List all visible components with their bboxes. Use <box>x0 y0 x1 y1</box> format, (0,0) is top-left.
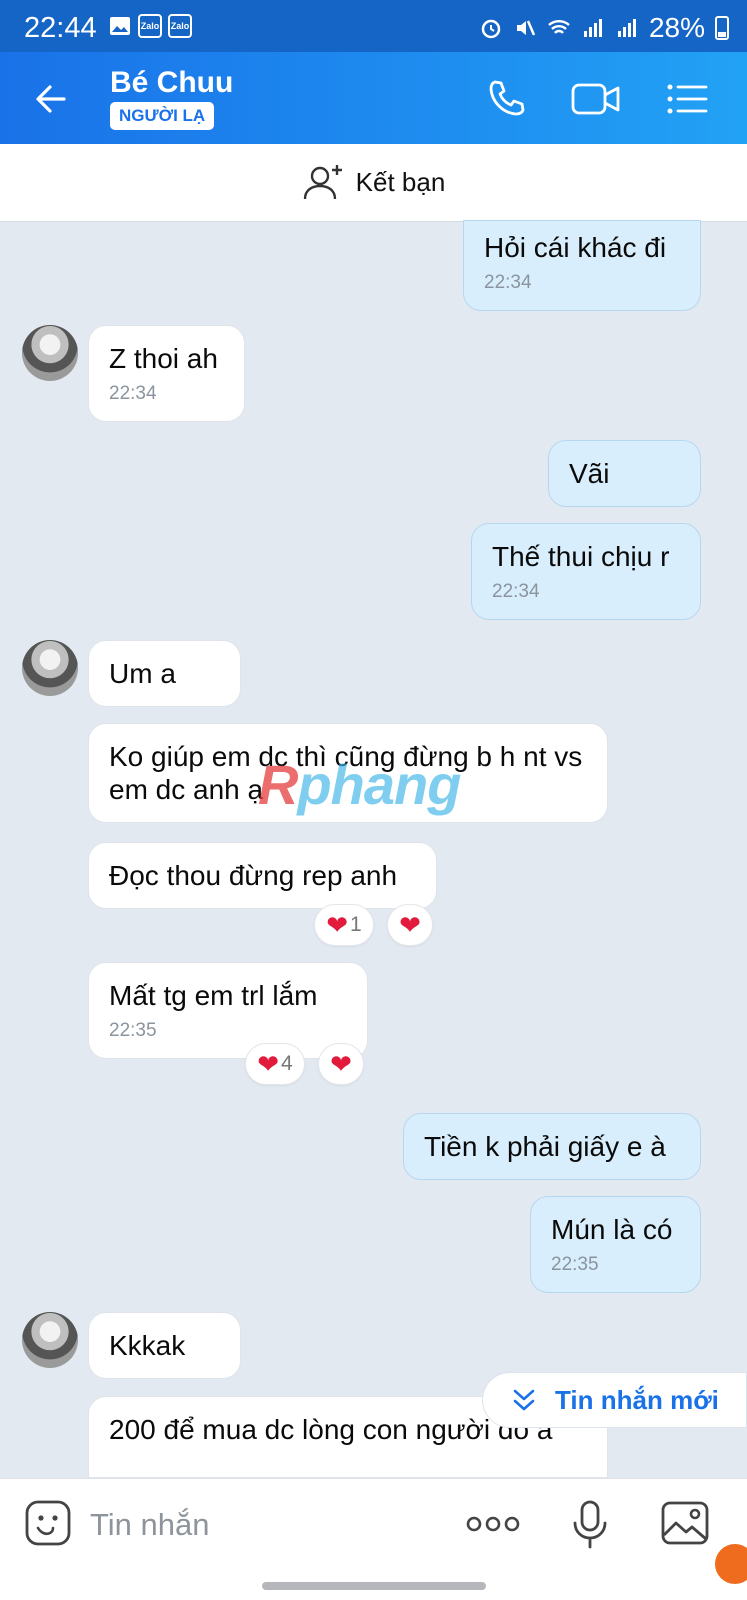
message-text: Mất tg em trl lắm <box>109 980 318 1011</box>
phone-call-icon[interactable] <box>483 76 529 122</box>
outgoing-message[interactable]: Thế thui chịu r 22:34 <box>471 523 701 620</box>
battery-percent: 28% <box>648 12 705 43</box>
message-input[interactable]: Tin nhắn <box>90 1507 210 1543</box>
outgoing-message[interactable]: Hỏi cái khác đi 22:34 <box>463 220 701 311</box>
incoming-message[interactable]: Um a <box>88 640 241 707</box>
message-time: 22:35 <box>551 1254 599 1275</box>
reaction-count: 4 <box>281 1052 293 1075</box>
message-text: Đọc thou đừng rep anh <box>109 860 398 891</box>
reaction-count: 1 <box>350 913 362 936</box>
message-text: Z thoi ah <box>109 343 218 374</box>
notification-icons: Zalo Zalo <box>108 14 192 38</box>
heart-icon: ❤ <box>326 910 349 940</box>
signal-icon <box>617 19 636 37</box>
home-indicator[interactable] <box>262 1582 486 1590</box>
floating-action-icon[interactable] <box>715 1544 747 1584</box>
reaction-summary[interactable]: ❤ 1 <box>314 904 374 946</box>
contact-avatar[interactable] <box>22 640 78 696</box>
new-messages-button[interactable]: Tin nhắn mới <box>482 1372 747 1428</box>
mute-icon <box>516 20 536 36</box>
incoming-message[interactable]: Kkkak <box>88 1312 241 1379</box>
heart-icon: ❤ <box>257 1049 280 1079</box>
zalo-notification-icon: Zalo <box>138 14 162 38</box>
zalo-notification-icon: Zalo <box>168 14 192 38</box>
message-text: Mún là có <box>551 1214 673 1245</box>
alarm-icon <box>481 19 501 39</box>
incoming-message[interactable]: Z thoi ah 22:34 <box>88 325 245 422</box>
react-button[interactable]: ❤ <box>318 1043 364 1085</box>
message-time: 22:35 <box>109 1020 157 1041</box>
status-time: 22:44 <box>24 12 97 44</box>
outgoing-message[interactable]: Tiền k phải giấy e à <box>403 1113 701 1180</box>
more-options-icon[interactable] <box>466 1513 520 1535</box>
outgoing-message[interactable]: Mún là có 22:35 <box>530 1196 701 1293</box>
back-arrow-icon[interactable] <box>30 78 72 120</box>
add-friend-button[interactable]: Kết bạn <box>0 144 747 222</box>
stranger-badge: NGƯỜI LẠ <box>110 102 215 130</box>
video-call-icon[interactable] <box>570 76 622 122</box>
heart-icon: ❤ <box>330 1049 352 1079</box>
microphone-icon[interactable] <box>570 1499 610 1551</box>
watermark-logo: Rphang <box>258 753 461 816</box>
add-friend-label: Kết bạn <box>355 167 446 197</box>
contact-name[interactable]: Bé Chuu <box>110 66 233 100</box>
status-bar: 22:44 Zalo Zalo 28% <box>0 0 747 52</box>
outgoing-message[interactable]: Vãi <box>548 440 701 507</box>
sticker-emoji-icon[interactable] <box>24 1499 72 1547</box>
message-time: 22:34 <box>492 581 540 602</box>
message-text: Thế thui chịu r <box>492 541 670 572</box>
new-messages-label: Tin nhắn mới <box>555 1384 719 1415</box>
message-text: Hỏi cái khác đi <box>484 232 667 263</box>
signal-icon <box>583 19 602 37</box>
contact-avatar[interactable] <box>22 325 78 381</box>
add-friend-icon <box>303 164 342 199</box>
heart-icon: ❤ <box>399 910 421 940</box>
message-time: 22:34 <box>109 383 157 404</box>
incoming-message[interactable]: Mất tg em trl lắm 22:35 <box>88 962 368 1059</box>
system-indicators: 28% <box>479 12 729 44</box>
message-time: 22:34 <box>484 272 532 293</box>
reaction-summary[interactable]: ❤ 4 <box>245 1043 305 1085</box>
battery-icon <box>715 16 729 40</box>
menu-list-icon[interactable] <box>664 76 710 122</box>
image-gallery-icon[interactable] <box>660 1499 710 1547</box>
message-text: Vãi <box>569 458 610 489</box>
chat-header: Bé Chuu NGƯỜI LẠ <box>0 52 747 144</box>
message-text: Um a <box>109 658 176 689</box>
gallery-notification-icon <box>110 17 130 35</box>
contact-avatar[interactable] <box>22 1312 78 1368</box>
message-text: Tiền k phải giấy e à <box>424 1131 666 1162</box>
incoming-message[interactable]: Đọc thou đừng rep anh <box>88 842 437 909</box>
react-button[interactable]: ❤ <box>387 904 433 946</box>
double-chevron-down-icon <box>513 1389 535 1411</box>
wifi-icon <box>548 20 570 34</box>
message-text: Kkkak <box>109 1330 186 1361</box>
